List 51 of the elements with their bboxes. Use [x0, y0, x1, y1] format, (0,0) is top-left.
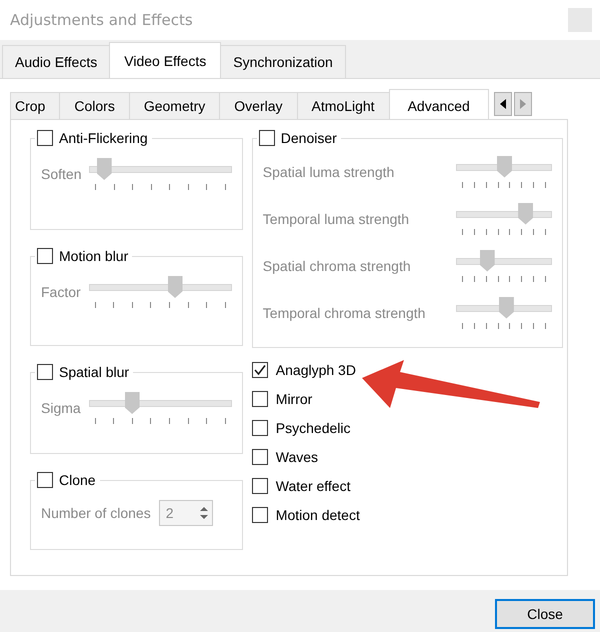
- tab[interactable]: Audio Effects: [2, 45, 110, 78]
- checkbox[interactable]: [37, 472, 53, 488]
- checkbox-label: Clone: [59, 472, 96, 488]
- field-label: Temporal chroma strength: [262, 304, 426, 320]
- field-label: Temporal luma strength: [262, 210, 410, 226]
- checkbox-label: Mirror: [276, 391, 312, 407]
- slider[interactable]: [88, 276, 232, 308]
- slider[interactable]: [456, 156, 552, 188]
- tab[interactable]: AtmoLight: [296, 92, 390, 119]
- checkbox[interactable]: [252, 507, 268, 523]
- checkbox[interactable]: [37, 364, 53, 380]
- checkbox-label: Denoiser: [280, 130, 337, 146]
- right-triangle-icon: [520, 99, 526, 109]
- checked-checkbox[interactable]: [252, 362, 268, 378]
- slider[interactable]: [89, 158, 232, 190]
- field-label: Factor: [41, 284, 81, 300]
- slider[interactable]: [456, 202, 552, 234]
- field-label: Number of clones: [41, 505, 151, 521]
- tab[interactable]: Synchronization: [220, 45, 346, 78]
- tab[interactable]: Overlay: [219, 92, 298, 119]
- tab[interactable]: Video Effects: [109, 42, 222, 78]
- field-label: Spatial chroma strength: [262, 258, 411, 274]
- checkbox[interactable]: [252, 420, 268, 436]
- checkbox[interactable]: [258, 130, 275, 146]
- checkbox-label: Spatial blur: [59, 364, 130, 380]
- checkbox-label: Anti-Flickering: [59, 130, 148, 146]
- checkbox-label: Psychedelic: [276, 420, 350, 436]
- slider[interactable]: [456, 250, 552, 282]
- left-triangle-icon: [500, 99, 506, 109]
- checkbox[interactable]: [37, 248, 53, 264]
- tab[interactable]: Colors: [59, 92, 130, 119]
- scroll-left-button[interactable]: [494, 92, 512, 116]
- checkbox[interactable]: [37, 130, 53, 146]
- checkbox-label: Waves: [276, 449, 318, 465]
- field-label: Soften: [41, 166, 82, 182]
- slider[interactable]: [88, 392, 232, 424]
- checkbox-label: Motion detect: [276, 507, 360, 523]
- tab[interactable]: Crop: [10, 92, 60, 119]
- checkbox[interactable]: [252, 478, 268, 494]
- field-label: Spatial luma strength: [262, 164, 394, 180]
- window-title: Adjustments and Effects: [10, 11, 193, 29]
- tab[interactable]: Advanced: [388, 89, 489, 119]
- checkbox[interactable]: [252, 449, 268, 465]
- checkbox-label: Water effect: [276, 478, 350, 494]
- checkbox-label: Anaglyph 3D: [276, 362, 356, 378]
- field-label: Sigma: [41, 400, 81, 416]
- slider[interactable]: [456, 296, 552, 328]
- tab[interactable]: Geometry: [128, 92, 220, 119]
- checkbox[interactable]: [252, 391, 268, 407]
- close-button[interactable]: Close: [495, 599, 595, 629]
- checkbox-label: Motion blur: [59, 248, 128, 264]
